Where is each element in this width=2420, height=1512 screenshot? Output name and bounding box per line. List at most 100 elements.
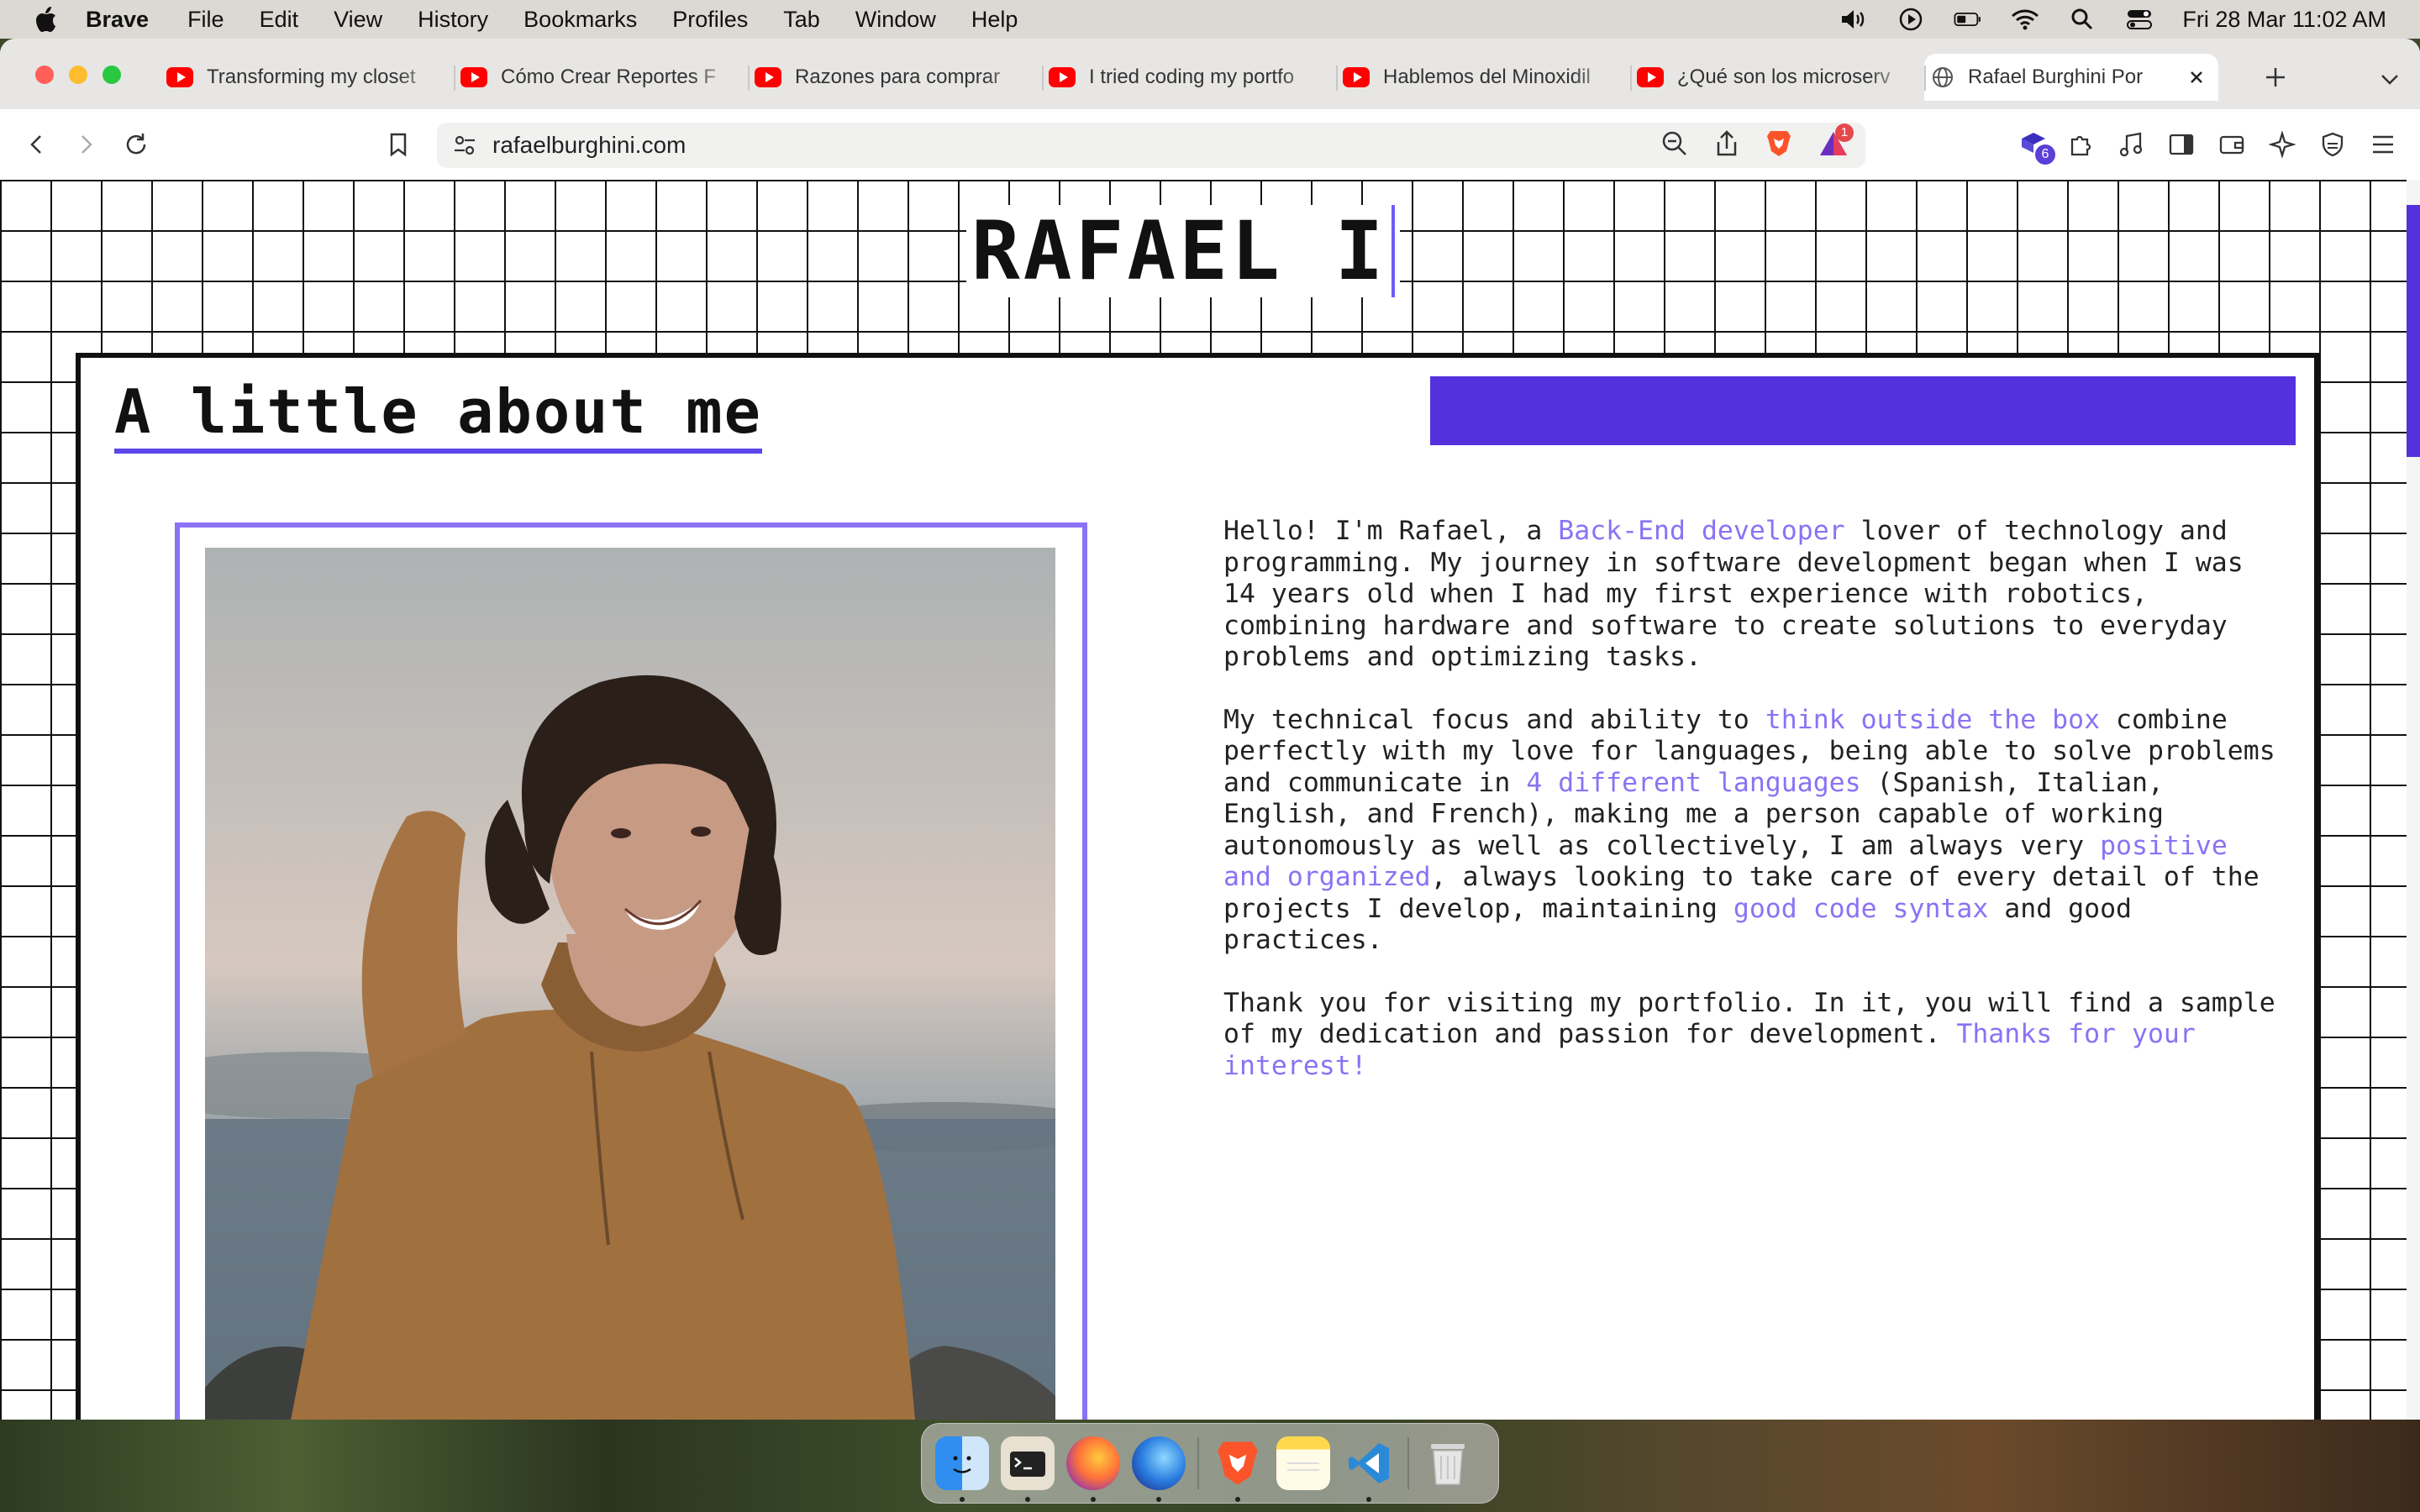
menu-view[interactable]: View [334,7,382,33]
tab-tried-coding[interactable]: I tried coding my portfo [1042,54,1336,101]
tab-title: Hablemos del Minoxidil [1383,66,1591,88]
firefox-developer-icon[interactable] [1132,1436,1186,1502]
menu-help[interactable]: Help [971,7,1018,33]
chevron-down-icon[interactable] [2375,64,2405,94]
about-card: A little about me Hello! I'm Rafael, a B… [76,353,2319,1420]
profile-photo-illustration [205,548,1055,1420]
volume-icon[interactable] [1839,7,1868,32]
tab-hablemos[interactable]: Hablemos del Minoxidil [1336,54,1630,101]
about-paragraph-1: Hello! I'm Rafael, a Back-End developer … [1223,516,2282,674]
minimize-window-button[interactable] [69,66,87,84]
play-icon[interactable] [1897,7,1925,32]
menu-file[interactable]: File [187,7,224,33]
tab-list: Transforming my closet Cómo Crear Report… [160,54,2218,101]
about-text: Hello! I'm Rafael, a Back-End developer … [1223,516,2282,1113]
close-window-button[interactable] [35,66,54,84]
brave-icon[interactable] [1211,1436,1265,1502]
typing-caret [1392,205,1396,297]
highlight-good-code: good code syntax [1733,893,1989,924]
new-tab-icon[interactable] [2260,62,2291,92]
about-paragraph-3: Thank you for visiting my portfolio. In … [1223,988,2282,1083]
menu-bookmarks[interactable]: Bookmarks [523,7,637,33]
dock-separator [1407,1437,1409,1489]
forward-icon[interactable] [69,128,103,161]
notes-icon[interactable] [1276,1436,1330,1490]
rewards-badge: 1 [1835,123,1854,142]
window-controls [35,66,121,84]
photo-frame [175,522,1087,1420]
firefox-icon[interactable] [1066,1436,1120,1502]
music-icon[interactable] [2114,128,2148,161]
menu-edit[interactable]: Edit [260,7,299,33]
youtube-icon [166,67,193,87]
wifi-icon[interactable] [2011,7,2039,32]
tab-title: Transforming my closet [207,66,416,88]
menu-bar: Brave File Edit View History Bookmarks P… [0,0,2420,39]
youtube-icon [1637,67,1664,87]
youtube-icon [1049,67,1076,87]
tab-transforming[interactable]: Transforming my closet [160,54,454,101]
vpn-shield-icon[interactable] [2316,128,2349,161]
tab-rafael-portfolio[interactable]: Rafael Burghini Por [1924,54,2218,101]
menubar-clock[interactable]: Fri 28 Mar 11:02 AM [2182,7,2386,33]
puzzle-icon[interactable] [2064,128,2097,161]
battery-icon[interactable] [1954,7,1982,32]
dock [921,1423,1499,1504]
sidebar-icon[interactable] [2165,128,2198,161]
youtube-icon [755,67,781,87]
apple-icon[interactable] [34,7,57,32]
close-tab-icon[interactable] [2185,66,2208,89]
trash-icon[interactable] [1421,1436,1475,1490]
tab-title: Razones para comprar [795,66,1001,88]
tab-title: Cómo Crear Reportes F [501,66,717,88]
zoom-window-button[interactable] [103,66,121,84]
reload-icon[interactable] [119,128,153,161]
tab-como-crear[interactable]: Cómo Crear Reportes F [454,54,748,101]
youtube-icon [460,67,487,87]
spotlight-icon[interactable] [2068,7,2096,32]
extensions-count-badge: 6 [2035,144,2055,165]
menu-history[interactable]: History [418,7,488,33]
highlight-think-outside: think outside the box [1765,704,2101,735]
brave-shields-icon[interactable] [1765,129,1793,163]
share-icon[interactable] [1714,129,1739,162]
back-icon[interactable] [20,128,54,161]
hamburger-menu-icon[interactable] [2366,128,2400,161]
page-scrollbar[interactable] [2407,180,2420,1420]
wallet-icon[interactable] [2215,128,2249,161]
control-center-icon[interactable] [2125,7,2154,32]
site-title: RAFAEL I [966,204,1401,298]
menu-window[interactable]: Window [855,7,936,33]
vscode-icon[interactable] [1342,1436,1396,1502]
zoom-out-icon[interactable] [1660,129,1689,162]
globe-icon [1933,67,1953,87]
highlight-backend: Back-End developer [1558,516,1845,546]
tab-strip: Transforming my closet Cómo Crear Report… [0,39,2420,109]
profile-photo [205,548,1055,1420]
tab-microservicios[interactable]: ¿Qué son los microserv [1630,54,1924,101]
about-heading: A little about me [114,376,762,454]
brave-rewards-icon[interactable]: 1 [1818,123,1854,163]
highlight-languages: 4 different languages [1526,767,1861,798]
portfolio-page: RAFAEL I A little about me Hello! I'm Ra… [0,180,2420,1420]
site-title-text: RAFAEL I [971,204,1387,298]
dock-separator [1197,1437,1199,1489]
tab-razones[interactable]: Razones para comprar [748,54,1042,101]
menu-app-name[interactable]: Brave [86,7,149,33]
youtube-icon [1343,67,1370,87]
menu-tab[interactable]: Tab [783,7,820,33]
browser-window: Transforming my closet Cómo Crear Report… [0,39,2420,1420]
bookmark-icon[interactable] [381,128,415,161]
terminal-icon[interactable] [1001,1436,1055,1502]
site-settings-icon[interactable] [452,133,477,158]
tab-title: Rafael Burghini Por [1968,66,2144,88]
url-text[interactable]: rafaelburghini.com [492,132,686,159]
finder-icon[interactable] [935,1436,989,1502]
browser-toolbar: rafaelburghini.com 1 6 [0,109,2420,181]
address-bar[interactable]: rafaelburghini.com 1 [437,123,1865,168]
extensions-badge-icon[interactable]: 6 [2017,128,2055,165]
text-run: Hello! I'm Rafael, a [1223,516,1559,546]
scrollbar-thumb[interactable] [2407,205,2420,457]
leo-ai-icon[interactable] [2265,128,2299,161]
menu-profiles[interactable]: Profiles [672,7,748,33]
